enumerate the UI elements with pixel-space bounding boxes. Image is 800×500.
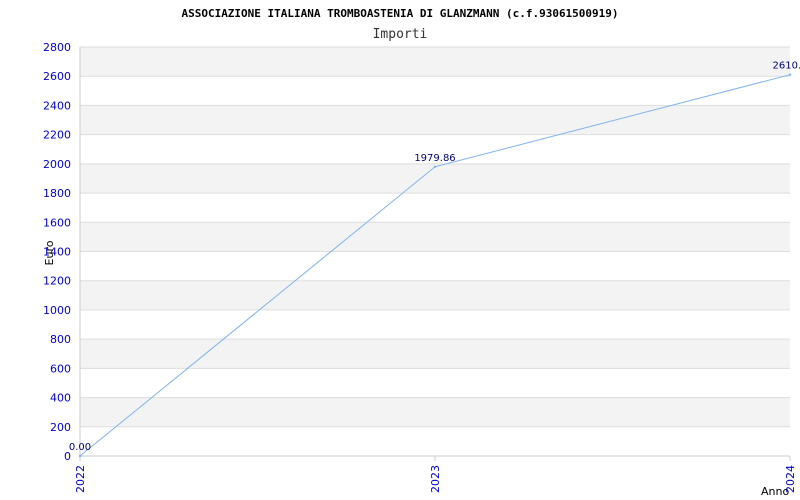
- chart-title: ASSOCIAZIONE ITALIANA TROMBOASTENIA DI G…: [181, 7, 618, 20]
- y-tick-label: 1000: [43, 304, 71, 317]
- grid-band: [80, 222, 790, 252]
- y-tick-label: 2400: [43, 99, 71, 112]
- grid-band: [80, 339, 790, 369]
- y-tick-label: 400: [50, 392, 71, 405]
- chart-subtitle: Importi: [373, 27, 428, 42]
- data-point: [788, 73, 792, 76]
- y-tick-label: 2800: [43, 41, 71, 54]
- grid-band: [80, 47, 790, 77]
- data-label: 1979.86: [414, 153, 455, 164]
- data-point: [78, 454, 82, 458]
- y-tick-label: 2000: [43, 158, 71, 171]
- grid-band: [80, 105, 790, 135]
- x-tick-label: 2023: [429, 465, 442, 493]
- y-tick-label: 1800: [43, 187, 71, 200]
- data-point: [433, 165, 437, 168]
- grid-band: [80, 397, 790, 427]
- grid-band: [80, 280, 790, 310]
- y-tick-label: 1200: [43, 275, 71, 288]
- x-tick-label: 2022: [74, 465, 87, 493]
- y-tick-label: 2200: [43, 129, 71, 142]
- y-tick-label: 200: [50, 421, 71, 434]
- line-chart: 0200400600800100012001400160018002000220…: [43, 7, 800, 498]
- y-tick-label: 2600: [43, 70, 71, 83]
- y-tick-label: 1600: [43, 216, 71, 229]
- x-tick-labels: 2022 2023 2024: [74, 456, 797, 493]
- x-axis-label: Anno: [761, 485, 789, 498]
- data-label: 2610.4: [773, 61, 800, 72]
- grid-band: [80, 163, 790, 194]
- data-label: 0.00: [69, 442, 91, 453]
- y-tick-label: 600: [50, 362, 71, 375]
- y-axis-label: Euro: [43, 240, 56, 265]
- y-tick-label: 800: [50, 333, 71, 346]
